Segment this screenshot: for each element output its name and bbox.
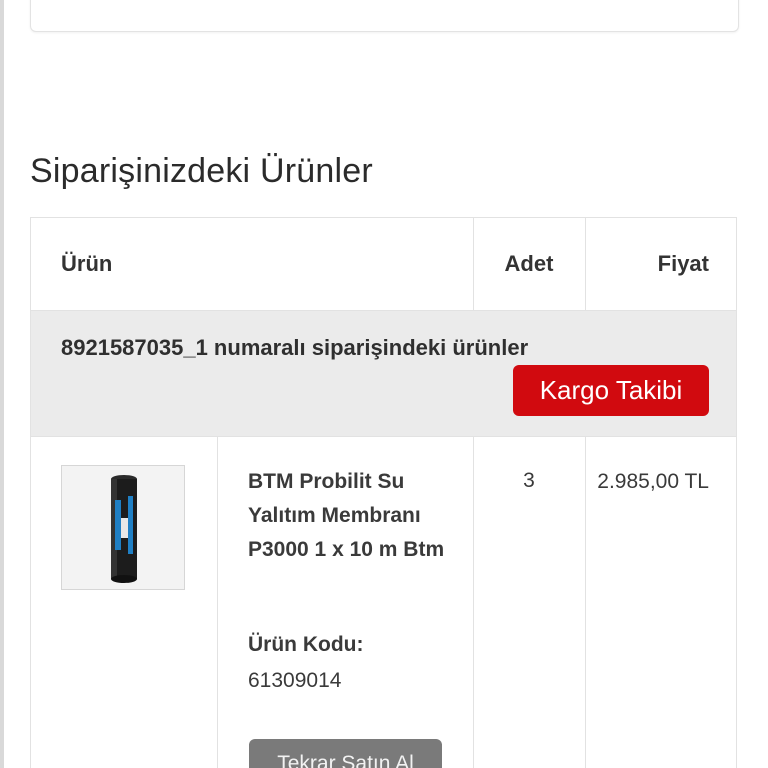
- column-divider: [217, 437, 218, 768]
- rebuy-button[interactable]: Tekrar Satın Al: [249, 739, 442, 768]
- membrane-roll-image: [62, 466, 184, 589]
- header-divider: [585, 218, 586, 310]
- table-row: BTM Probilit Su Yalıtım Membranı P3000 1…: [31, 437, 736, 768]
- header-divider: [473, 218, 474, 310]
- column-divider: [585, 437, 586, 768]
- header-product: Ürün: [61, 251, 113, 276]
- section-title: Siparişinizdeki Ürünler: [30, 152, 373, 190]
- table-header-row: Ürün Adet Fiyat: [31, 218, 736, 311]
- order-items-table: Ürün Adet Fiyat 8921587035_1 numaralı si…: [30, 217, 737, 768]
- product-code-value: 61309014: [248, 669, 342, 692]
- order-details-page: Siparişinizdeki Ürünler Ürün Adet Fiyat …: [0, 0, 768, 768]
- header-quantity: Adet: [504, 251, 554, 276]
- product-thumbnail[interactable]: [61, 465, 185, 590]
- order-group-row: 8921587035_1 numaralı siparişindeki ürün…: [31, 311, 736, 437]
- scroll-edge: [0, 0, 4, 768]
- previous-section-card: [30, 0, 739, 32]
- product-price: 2.985,00 TL: [597, 470, 709, 493]
- product-name-link[interactable]: BTM Probilit Su Yalıtım Membranı P3000 1…: [248, 465, 448, 567]
- product-code-label: Ürün Kodu:: [248, 633, 364, 656]
- order-number-label: 8921587035_1 numaralı siparişindeki ürün…: [61, 335, 529, 360]
- cargo-tracking-button[interactable]: Kargo Takibi: [513, 365, 709, 416]
- product-quantity: 3: [523, 469, 535, 492]
- header-price: Fiyat: [657, 251, 709, 276]
